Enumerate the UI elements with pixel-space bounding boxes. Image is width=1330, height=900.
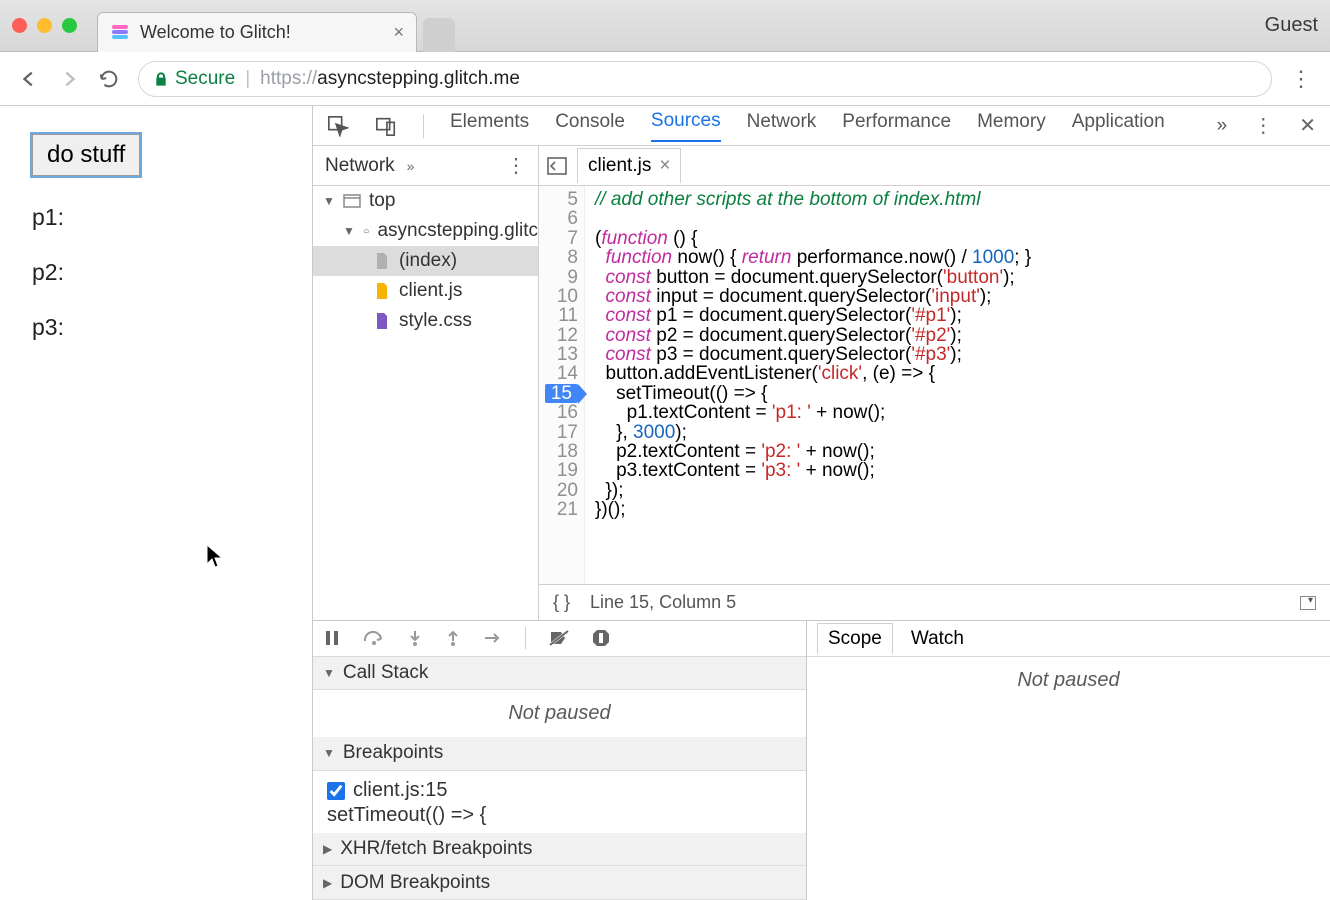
source-code[interactable]: // add other scripts at the bottom of in… xyxy=(585,186,1041,584)
tab-console[interactable]: Console xyxy=(555,111,625,141)
tab-title: Welcome to Glitch! xyxy=(140,22,291,43)
devtools-menu-icon[interactable]: ⋮ xyxy=(1253,113,1273,138)
scope-tab[interactable]: Scope xyxy=(817,623,893,654)
tree-domain[interactable]: ▼ asyncstepping.glitc xyxy=(313,216,538,246)
step-out-button[interactable] xyxy=(445,629,461,647)
do-stuff-button[interactable]: do stuff xyxy=(32,134,140,176)
tab-sources[interactable]: Sources xyxy=(651,110,721,142)
tree-file-stylecss[interactable]: style.css xyxy=(313,306,538,336)
navigator-overflow-icon[interactable]: » xyxy=(407,158,415,174)
close-window-button[interactable] xyxy=(12,18,27,33)
back-button[interactable] xyxy=(18,68,40,90)
frame-icon xyxy=(343,192,361,210)
callstack-section-header[interactable]: ▼Call Stack xyxy=(313,657,806,691)
tab-close-icon[interactable]: × xyxy=(393,22,404,43)
css-file-icon xyxy=(373,312,391,330)
forward-button[interactable] xyxy=(58,68,80,90)
devtools-tabstrip: Elements Console Sources Network Perform… xyxy=(313,106,1330,146)
cloud-icon xyxy=(363,222,370,240)
breakpoints-section-header[interactable]: ▼Breakpoints xyxy=(313,737,806,771)
tree-file-index[interactable]: (index) xyxy=(313,246,538,276)
tab-application[interactable]: Application xyxy=(1072,111,1165,141)
p3-output: p3: xyxy=(32,314,280,341)
lock-icon xyxy=(153,71,169,87)
pause-button[interactable] xyxy=(323,629,341,647)
browser-menu-icon[interactable]: ⋮ xyxy=(1290,66,1312,92)
navigator-tab-network[interactable]: Network xyxy=(325,155,395,177)
callstack-state: Not paused xyxy=(313,690,806,737)
window-controls xyxy=(12,18,77,33)
tab-performance[interactable]: Performance xyxy=(842,111,951,141)
devtools-close-icon[interactable]: ✕ xyxy=(1299,113,1316,138)
coverage-toggle-icon[interactable] xyxy=(1300,596,1316,610)
url-text: https://asyncstepping.glitch.me xyxy=(260,68,520,90)
browser-toolbar: Secure | https://asyncstepping.glitch.me… xyxy=(0,52,1330,106)
document-icon xyxy=(373,252,391,270)
devtools-panel: Elements Console Sources Network Perform… xyxy=(313,106,1330,900)
secure-badge: Secure xyxy=(153,68,235,90)
rendered-page: do stuff p1: p2: p3: xyxy=(0,106,313,900)
breakpoint-checkbox[interactable] xyxy=(327,782,345,800)
tab-network[interactable]: Network xyxy=(747,111,817,141)
breakpoint-item[interactable]: client.js:15 setTimeout(() => { xyxy=(313,771,806,833)
address-bar[interactable]: Secure | https://asyncstepping.glitch.me xyxy=(138,61,1272,97)
scope-state: Not paused xyxy=(807,657,1330,704)
navigator-menu-icon[interactable]: ⋮ xyxy=(506,153,526,178)
tabs-overflow-icon[interactable]: » xyxy=(1217,115,1228,137)
toggle-navigator-icon[interactable] xyxy=(547,157,571,175)
scope-watch-tabs: Scope Watch xyxy=(807,621,1330,657)
tree-file-clientjs[interactable]: client.js xyxy=(313,276,538,306)
pretty-print-icon[interactable]: { } xyxy=(553,592,570,613)
pause-on-exceptions-button[interactable] xyxy=(592,629,610,647)
debugger-toolbar xyxy=(313,621,806,657)
step-button[interactable] xyxy=(483,629,503,647)
line-gutter[interactable]: 56789101112131415161718192021 xyxy=(539,186,585,584)
new-tab-button[interactable] xyxy=(423,18,455,52)
xhr-breakpoints-section-header[interactable]: ▶XHR/fetch Breakpoints xyxy=(313,833,806,867)
window-titlebar: Welcome to Glitch! × Guest xyxy=(0,0,1330,52)
cursor-position: Line 15, Column 5 xyxy=(590,592,736,613)
inspect-element-icon[interactable] xyxy=(327,115,349,137)
minimize-window-button[interactable] xyxy=(37,18,52,33)
guest-profile-label[interactable]: Guest xyxy=(1265,14,1318,37)
device-toggle-icon[interactable] xyxy=(375,115,397,137)
source-editor: client.js × 5678910111213141516171819202… xyxy=(539,146,1330,620)
tree-top-frame[interactable]: ▼ top xyxy=(313,186,538,216)
js-file-icon xyxy=(373,282,391,300)
p2-output: p2: xyxy=(32,259,280,286)
tab-memory[interactable]: Memory xyxy=(977,111,1046,141)
tab-elements[interactable]: Elements xyxy=(450,111,529,141)
reload-button[interactable] xyxy=(98,68,120,90)
step-over-button[interactable] xyxy=(363,629,385,647)
debugger-pane: ▼Call Stack Not paused ▼Breakpoints clie… xyxy=(313,620,1330,900)
editor-statusbar: { } Line 15, Column 5 xyxy=(539,584,1330,620)
mouse-cursor-icon xyxy=(206,544,224,568)
editor-tab-clientjs[interactable]: client.js × xyxy=(577,148,681,183)
p1-output: p1: xyxy=(32,204,280,231)
browser-tab[interactable]: Welcome to Glitch! × xyxy=(97,12,417,52)
deactivate-breakpoints-button[interactable] xyxy=(548,629,570,647)
step-into-button[interactable] xyxy=(407,629,423,647)
watch-tab[interactable]: Watch xyxy=(911,628,964,650)
editor-tab-close-icon[interactable]: × xyxy=(659,155,670,177)
favicon-glitch-icon xyxy=(110,22,130,42)
fullscreen-window-button[interactable] xyxy=(62,18,77,33)
dom-breakpoints-section-header[interactable]: ▶DOM Breakpoints xyxy=(313,866,806,900)
sources-navigator: Network » ⋮ ▼ top ▼ asyncstepping.glitc xyxy=(313,146,539,620)
